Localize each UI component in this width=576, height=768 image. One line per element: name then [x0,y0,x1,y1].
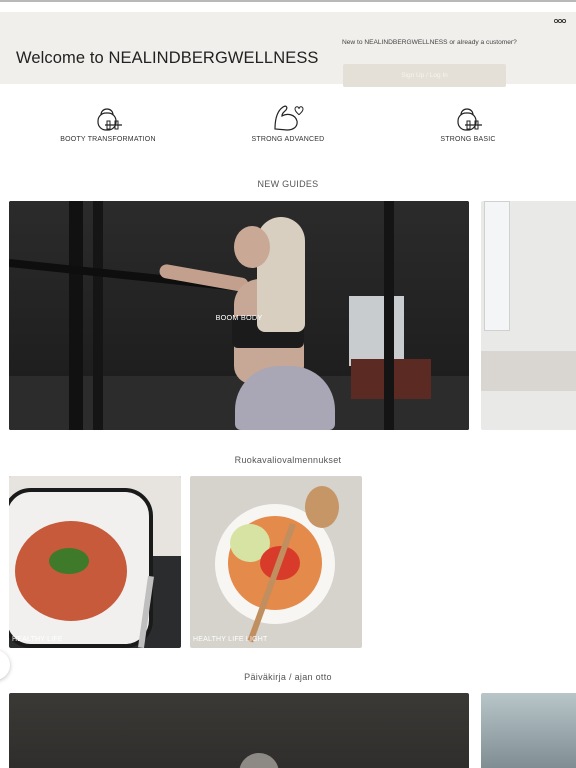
gym-window [349,296,404,366]
program-row: BOOTY TRANSFORMATION STRONG ADVANCED STR… [0,96,576,160]
greens-garnish [49,548,89,574]
signup-login-button[interactable]: Sign Up / Log In [343,64,506,87]
nutrition-card-healthy-life[interactable]: HEALTHY LIFE [9,476,181,648]
welcome-header: Welcome to NEALINDBERGWELLNESS New to NE… [0,12,576,87]
section-title-new-guides: NEW GUIDES [257,179,319,189]
diary-card-next[interactable] [481,693,576,768]
program-label: BOOTY TRANSFORMATION [60,136,156,143]
guide-caption: BOOM BODY [215,313,263,322]
diary-photo-subject [239,753,279,768]
top-border [0,0,576,2]
diary-card[interactable] [9,693,469,768]
program-label: STRONG BASIC [440,136,496,143]
window-photo [484,201,510,331]
wooden-spoon [305,486,339,528]
flexed-arm-heart-icon [274,105,304,131]
nutrition-card-healthy-life-light[interactable]: HEALTHY LIFE LIGHT [190,476,362,648]
window-sill [481,351,576,391]
program-booty-transformation[interactable]: BOOTY TRANSFORMATION [33,96,183,143]
welcome-title: Welcome to NEALINDBERGWELLNESS [16,49,319,67]
program-label: STRONG ADVANCED [251,136,325,143]
nutrition-caption: HEALTHY LIFE [12,636,63,643]
kettlebell-dumbbell-icon [457,108,482,131]
athlete-head [234,226,270,268]
program-strong-advanced[interactable]: STRONG ADVANCED [213,96,363,143]
program-strong-basic[interactable]: STRONG BASIC [393,96,543,143]
more-dots-icon[interactable] [554,18,566,24]
guide-card-next[interactable] [481,201,576,430]
section-title-nutrition: Ruokavaliovalmennukset [234,455,342,465]
nutrition-caption: HEALTHY LIFE LIGHT [193,636,268,643]
guide-card-boom-body[interactable]: BOOM BODY [9,201,469,430]
section-title-diary: Päiväkirja / ajan otto [244,672,332,682]
kettlebell-dumbbell-icon [97,108,122,131]
account-prompt: New to NEALINDBERGWELLNESS or already a … [342,39,517,46]
